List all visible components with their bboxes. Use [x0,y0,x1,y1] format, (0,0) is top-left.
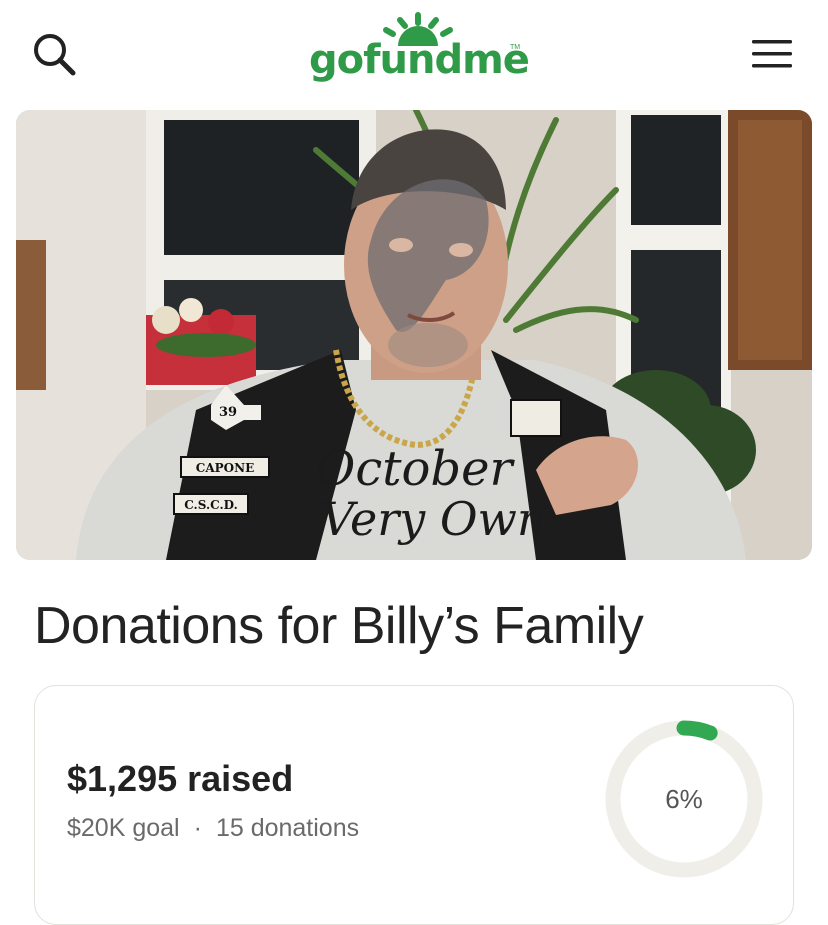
progress-ring: 6% [601,716,767,882]
search-icon [34,34,76,76]
top-header: gofundme TM [0,0,828,110]
shirt-text-very-own: Very Own [321,492,547,546]
patch-cscd: C.S.C.D. [184,498,238,512]
shirt-text-october: October [316,441,516,497]
hamburger-menu-icon [752,40,792,68]
logo-wordmark: gofundme [309,37,530,83]
logo-trademark: TM [510,44,521,51]
patch-capone: CAPONE [196,461,254,475]
goal-and-donations: $20K goal · 15 donations [67,814,359,843]
amount-raised: $1,295 raised [67,758,294,799]
campaign-photo[interactable]: 39 CAPONE C.S.C.D. October Very Own [16,110,812,560]
goal-amount: $20K goal [67,814,180,842]
donation-count[interactable]: 15 donations [216,814,359,842]
meta-separator: · [193,814,202,842]
donation-progress-card: $1,295 raised $20K goal · 15 donations 6% [34,685,794,925]
gofundme-logo[interactable]: gofundme TM [300,10,530,95]
campaign-title: Donations for Billy’s Family [34,597,644,655]
campaign-photo-illustration: 39 CAPONE C.S.C.D. October Very Own [16,110,812,560]
search-button[interactable] [30,30,80,80]
progress-percent: 6% [665,783,703,814]
menu-button[interactable] [748,34,796,74]
patch-39: 39 [219,405,237,420]
